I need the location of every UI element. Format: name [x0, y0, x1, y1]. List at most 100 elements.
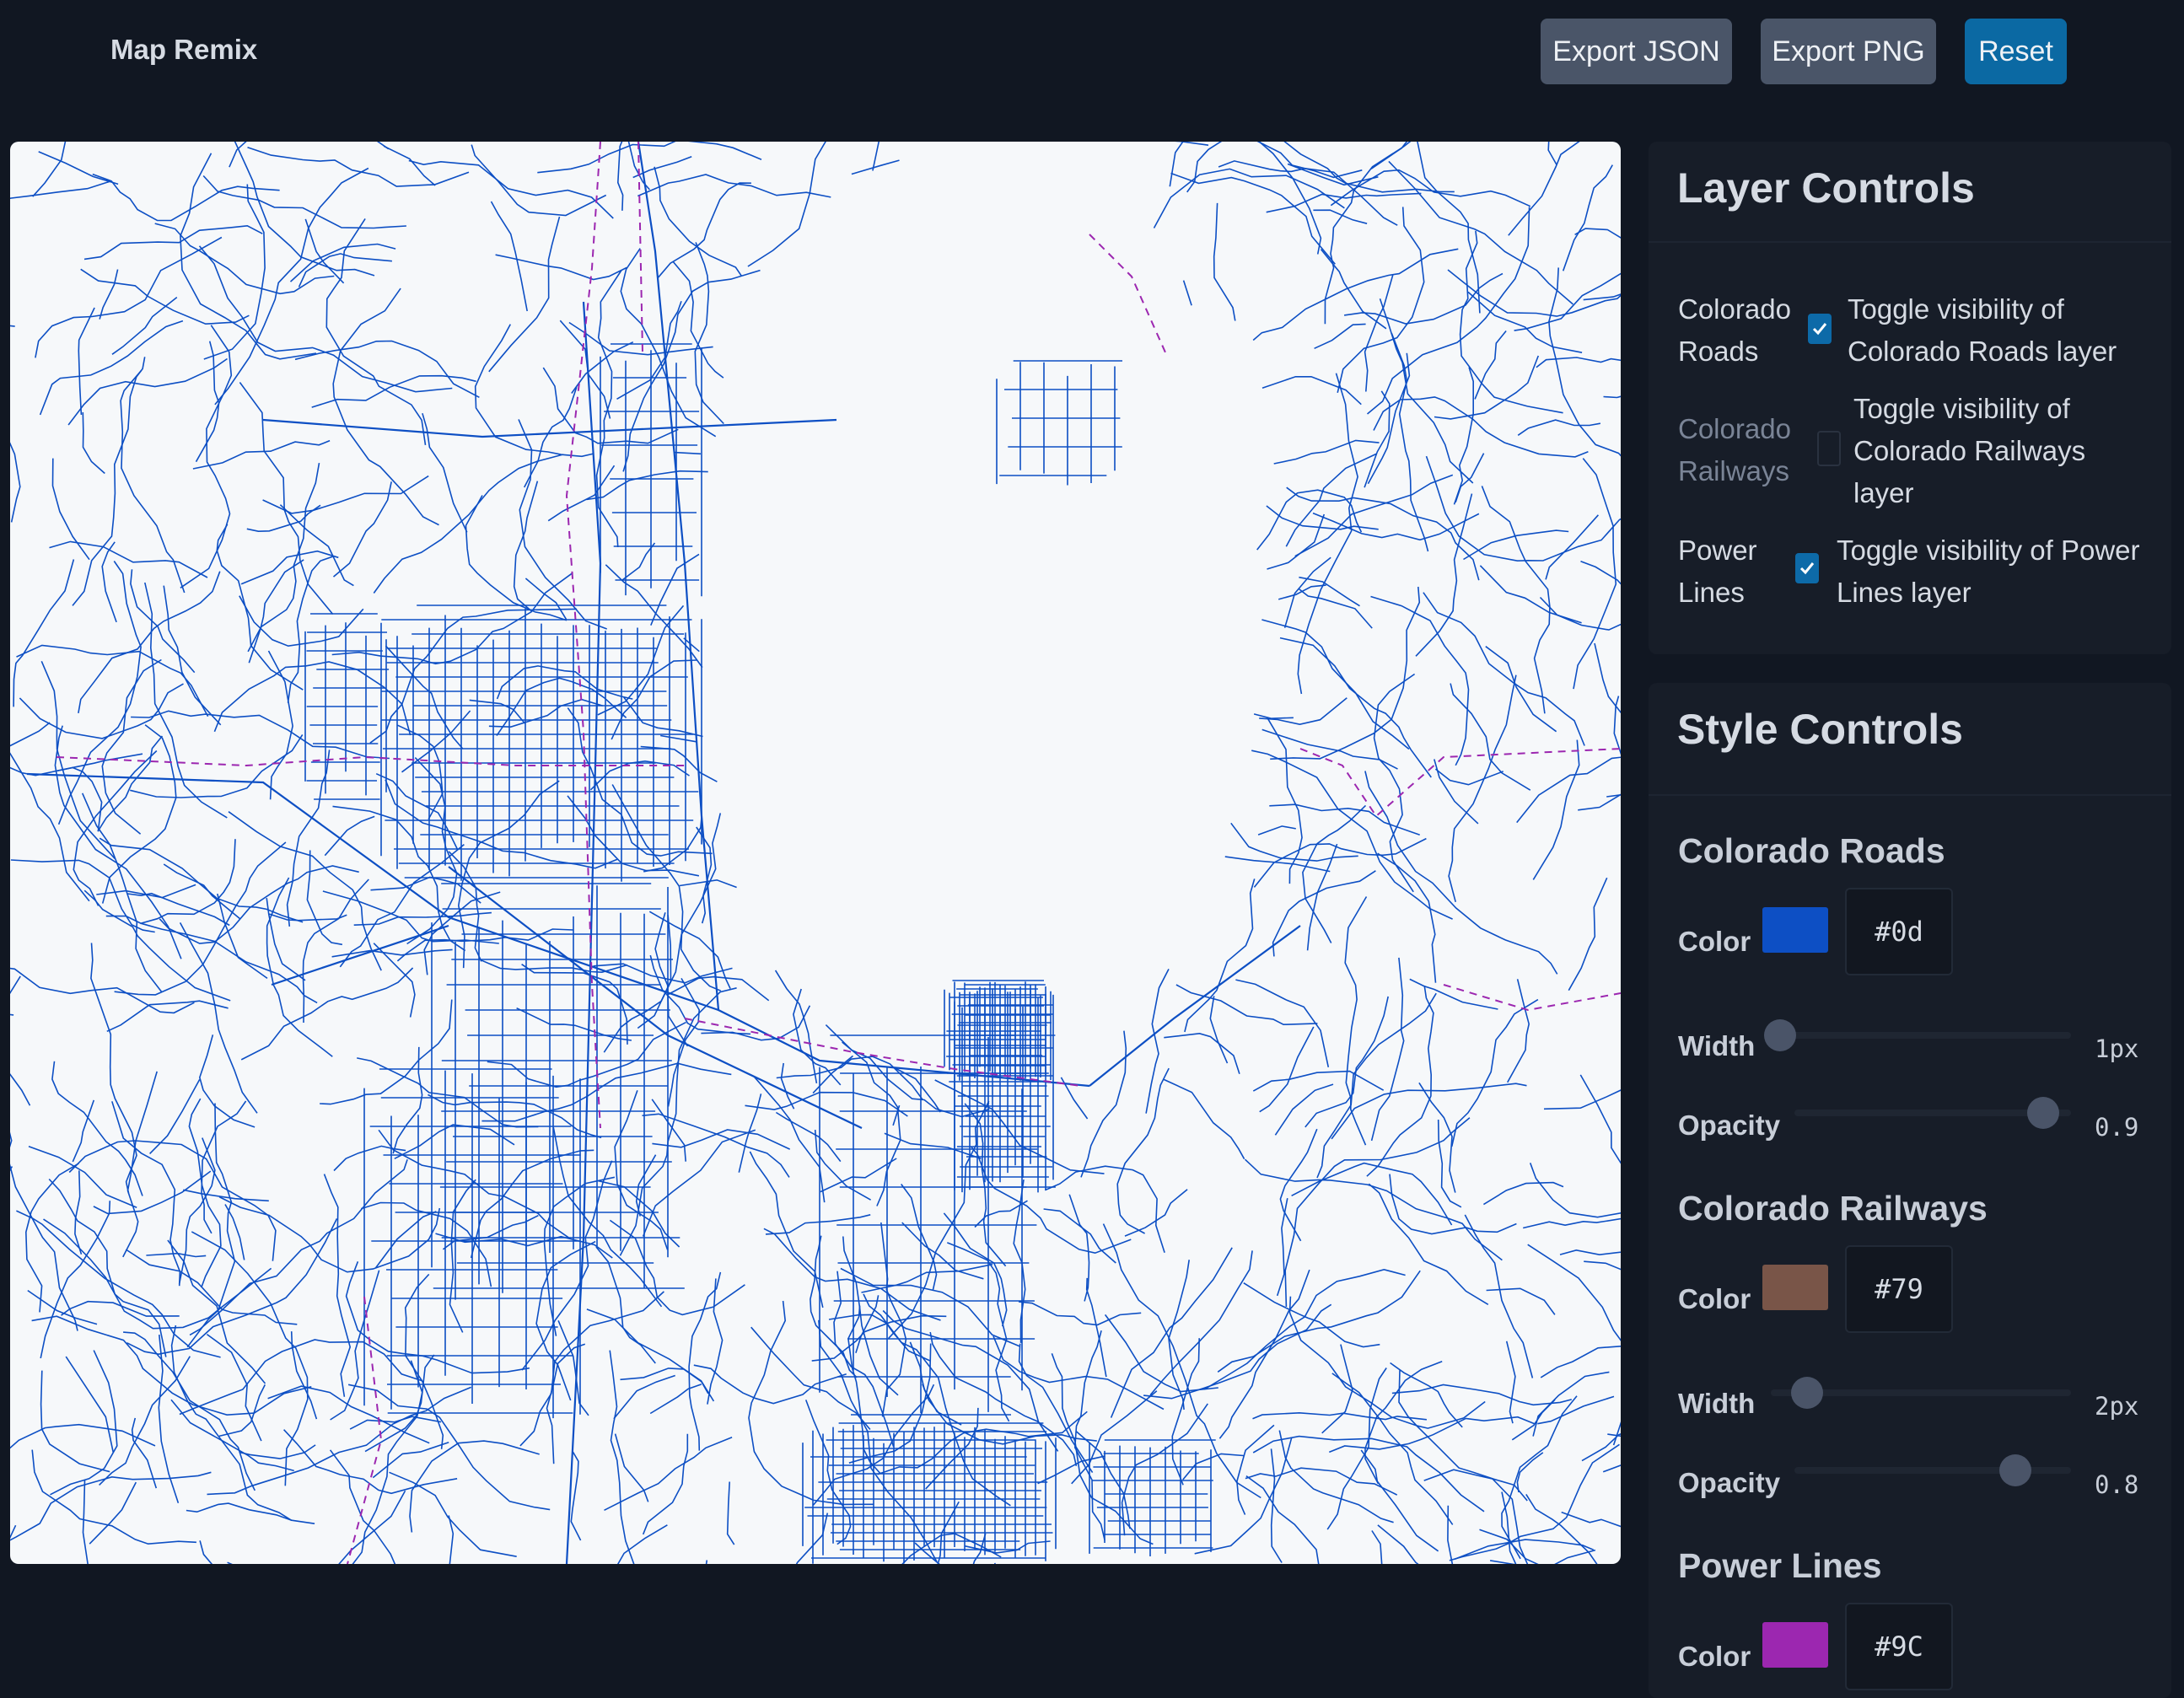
rural-road	[1584, 1260, 1621, 1271]
rural-road	[1245, 1475, 1320, 1564]
colorado-railways-color-swatch[interactable]	[1762, 1265, 1828, 1310]
rural-road	[267, 650, 293, 800]
export-json-button[interactable]: Export JSON	[1541, 19, 1732, 84]
colorado-roads-color-swatch[interactable]	[1762, 907, 1828, 953]
rural-road	[1330, 169, 1531, 207]
rural-road	[521, 964, 628, 1045]
rural-road	[92, 173, 280, 222]
power-lines-color-hex-input[interactable]: #9C	[1845, 1603, 1953, 1690]
reset-button[interactable]: Reset	[1965, 19, 2067, 84]
rural-road	[623, 696, 703, 738]
rural-road	[1517, 419, 1601, 436]
rural-road	[1272, 870, 1376, 957]
rural-road	[1283, 556, 1331, 628]
divider	[1649, 241, 2171, 243]
colorado-roads-width-slider[interactable]	[1771, 1032, 2071, 1039]
power-lines-toggle-description: Toggle visibility of Power Lines layer	[1837, 535, 2140, 608]
rural-road	[10, 766, 103, 831]
colorado-roads-color-hex-input[interactable]: #0d	[1845, 888, 1953, 975]
rural-road	[57, 561, 142, 825]
rural-road	[851, 159, 900, 175]
rural-road	[701, 1005, 811, 1041]
rural-road	[186, 1502, 315, 1524]
highway	[271, 924, 449, 986]
rural-road	[56, 753, 143, 772]
rural-road	[1259, 697, 1348, 726]
rural-road	[707, 1278, 724, 1405]
rural-road	[101, 724, 177, 904]
rural-road	[1175, 142, 1209, 146]
rural-road	[1269, 803, 1420, 836]
rural-road	[43, 1218, 272, 1330]
rural-road	[216, 524, 304, 690]
rural-road	[385, 779, 618, 869]
colorado-roads-opacity-slider-thumb[interactable]	[2027, 1097, 2060, 1129]
rural-road	[114, 841, 287, 996]
rural-road	[604, 1436, 733, 1512]
rural-road	[652, 1129, 791, 1150]
export-png-button[interactable]: Export PNG	[1761, 19, 1936, 84]
rural-road	[1425, 455, 1621, 562]
rural-road	[82, 411, 105, 475]
rural-road	[428, 1093, 602, 1139]
rural-road	[1085, 1277, 1107, 1378]
width-label: Width	[1678, 1030, 1756, 1061]
colorado-roads-toggle-checkbox[interactable]	[1808, 314, 1832, 344]
rural-road	[48, 1178, 167, 1357]
colorado-railways-toggle-checkbox[interactable]	[1817, 431, 1841, 466]
rural-road	[201, 1100, 247, 1234]
rural-road	[1448, 674, 1517, 903]
power-lines-toggle-checkbox[interactable]	[1795, 553, 1819, 583]
colorado-railways-color-hex-input[interactable]: #79	[1845, 1245, 1953, 1333]
rural-road	[1110, 1247, 1233, 1418]
rural-road	[901, 1184, 938, 1290]
power-lines-color-swatch[interactable]	[1762, 1622, 1828, 1668]
rural-road	[1302, 804, 1367, 943]
rural-road	[1434, 355, 1540, 420]
map-canvas[interactable]	[10, 142, 1621, 1564]
street-grid	[600, 343, 702, 597]
rural-road	[394, 1124, 515, 1160]
rural-road	[332, 481, 392, 578]
map-svg[interactable]	[10, 142, 1621, 1564]
rural-road	[376, 142, 390, 150]
rural-road	[1449, 1443, 1620, 1561]
rural-road	[10, 752, 90, 902]
rural-road	[1574, 228, 1621, 239]
rural-road	[1245, 1467, 1398, 1496]
rural-road	[1377, 852, 1437, 983]
rural-road	[1467, 291, 1583, 353]
rural-road	[1390, 1362, 1463, 1428]
rural-road	[651, 1099, 686, 1162]
rural-road	[1561, 1511, 1621, 1528]
rural-road	[1080, 1030, 1127, 1178]
rural-road	[111, 1101, 181, 1287]
rural-road	[183, 1189, 269, 1202]
rural-road	[72, 1099, 95, 1163]
colorado-roads-width-slider-thumb[interactable]	[1763, 1019, 1796, 1051]
rural-road	[1537, 1395, 1615, 1425]
color-label: Color	[1678, 1641, 1751, 1672]
rural-road	[369, 608, 578, 744]
rural-roads-layer	[10, 142, 1621, 1564]
rural-road	[1149, 1250, 1253, 1396]
rural-road	[1164, 1032, 1240, 1074]
rural-road	[67, 357, 228, 426]
rural-road	[693, 1364, 847, 1405]
rural-road	[144, 582, 228, 819]
rural-road	[747, 142, 826, 267]
rural-road	[13, 559, 75, 707]
rural-road	[1543, 1089, 1621, 1110]
colorado-railways-width-slider-thumb[interactable]	[1790, 1377, 1823, 1409]
rural-road	[1489, 1549, 1596, 1564]
rural-road	[408, 159, 614, 219]
rural-road	[1368, 1183, 1489, 1305]
rural-road	[54, 725, 182, 959]
rural-road	[1364, 274, 1394, 392]
rural-road	[672, 261, 724, 379]
rural-road	[619, 987, 737, 1256]
rural-road	[1370, 595, 1470, 766]
rural-road	[1370, 142, 1408, 170]
rural-road	[1525, 1493, 1598, 1564]
top-bar: Map Remix Export JSON Export PNG Reset	[0, 0, 2184, 101]
